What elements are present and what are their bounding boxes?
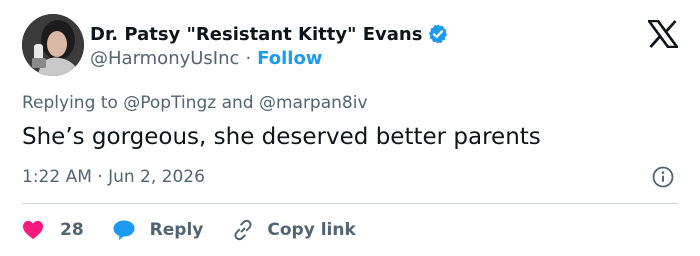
copy-link-button[interactable]: Copy link <box>231 218 356 242</box>
tweet-text: She’s gorgeous, she deserved better pare… <box>22 124 541 150</box>
reply-button[interactable]: Reply <box>112 219 204 241</box>
mention-link-2[interactable]: @marpan8iv <box>259 93 368 113</box>
info-icon[interactable] <box>652 166 674 188</box>
link-icon <box>231 218 255 242</box>
divider <box>22 203 678 204</box>
author-display-name[interactable]: Dr. Patsy "Resistant Kitty" Evans <box>90 24 422 45</box>
speech-bubble-icon <box>112 219 136 241</box>
reply-context-prefix: Replying to <box>22 93 124 113</box>
copy-link-label: Copy link <box>267 220 356 240</box>
author-handle[interactable]: @HarmonyUsInc <box>90 48 239 69</box>
tweet-timestamp[interactable]: 1:22 AM · Jun 2, 2026 <box>22 167 205 187</box>
action-bar: 28 Reply Copy link <box>22 216 384 244</box>
verified-badge-icon <box>427 23 449 45</box>
reply-label: Reply <box>149 220 204 240</box>
author-name-row: Dr. Patsy "Resistant Kitty" Evans <box>90 22 449 46</box>
author-handle-row: @HarmonyUsInc · Follow <box>90 48 322 69</box>
separator-dot: · <box>245 48 252 69</box>
avatar[interactable] <box>22 14 84 76</box>
tweet-card: Dr. Patsy "Resistant Kitty" Evans @Harmo… <box>0 0 700 256</box>
avatar-image <box>22 14 84 76</box>
reply-context: Replying to @PopTingz and @marpan8iv <box>22 93 368 113</box>
x-logo-icon[interactable] <box>646 19 680 49</box>
mention-link-1[interactable]: @PopTingz <box>123 93 216 113</box>
follow-button[interactable]: Follow <box>257 48 322 69</box>
like-button[interactable]: 28 <box>22 220 84 240</box>
like-count: 28 <box>60 220 84 240</box>
heart-icon <box>22 220 44 240</box>
reply-context-joiner: and <box>216 93 259 113</box>
